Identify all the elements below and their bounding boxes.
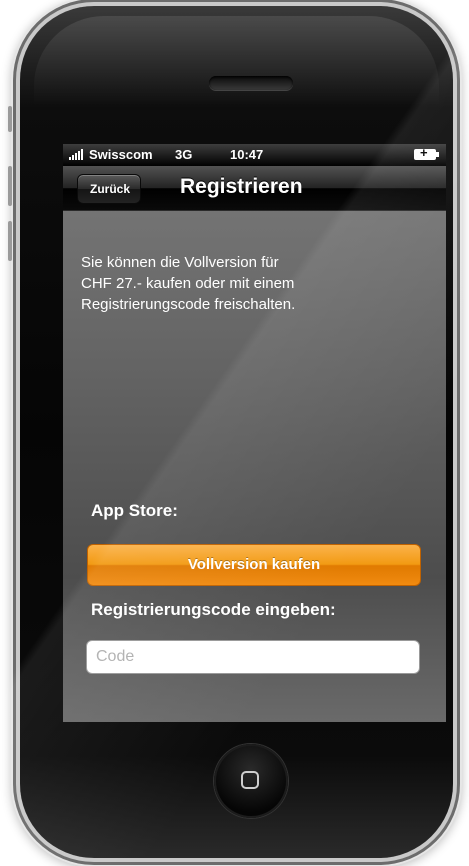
info-text: Sie können die Vollversion für CHF 27.- … [81, 254, 296, 313]
screen: Swisscom 3G 10:47 Zurück Registrieren Si… [63, 144, 446, 722]
back-button[interactable]: Zurück [77, 174, 142, 204]
buy-full-version-button[interactable]: Vollversion kaufen [87, 544, 421, 586]
registration-code-label: Registrierungscode eingeben: [91, 600, 336, 619]
carrier-name: Swisscom [89, 147, 153, 162]
home-square-icon [241, 771, 259, 789]
ringer-switch [8, 106, 12, 132]
page-title: Registrieren [180, 175, 303, 198]
home-button-icon[interactable] [214, 744, 288, 818]
signal-bars-icon [69, 149, 83, 160]
network-type: 3G [175, 147, 193, 162]
clock: 10:47 [230, 147, 264, 162]
registration-code-input[interactable] [86, 640, 420, 674]
appstore-label: App Store: [91, 501, 178, 520]
volume-down-button [8, 221, 12, 261]
status-bar: Swisscom 3G 10:47 [63, 144, 446, 166]
navigation-bar: Zurück Registrieren [63, 166, 446, 211]
volume-up-button [8, 166, 12, 206]
battery-charging-icon [414, 145, 439, 160]
earpiece [209, 76, 293, 90]
